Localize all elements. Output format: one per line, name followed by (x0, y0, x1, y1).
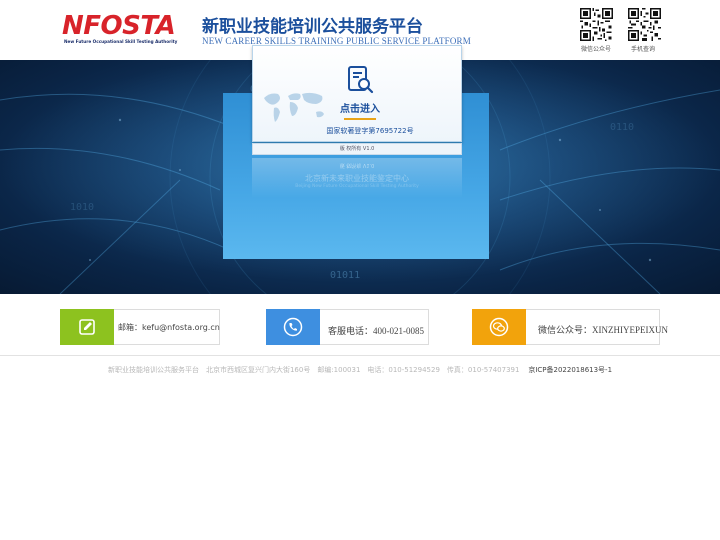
phone-text: 客服电话：400-021-0085 (328, 326, 424, 336)
svg-text:0110: 0110 (610, 122, 634, 133)
svg-text:1010: 1010 (70, 202, 94, 213)
footer-info: 新职业技能培训公共服务平台 北京市西城区复兴门内大街160号 邮编:100031… (107, 366, 520, 374)
phone-icon-box (266, 309, 320, 345)
reflection-strip: 版 权所有 V1.0 (339, 162, 375, 168)
document-search-icon (348, 66, 374, 94)
svg-text:01011: 01011 (330, 270, 360, 281)
wechat-qr-label: 微信公众号 (581, 46, 612, 53)
icp-link[interactable]: 京ICP备2022018613号-1 (528, 366, 612, 374)
reflection-subtitle: Beijing New Future Occupational Skill Te… (295, 184, 419, 189)
wechat-text: 微信公众号：XINZHIYEPEIXUN (538, 325, 668, 335)
logo-text: NFOSTA (62, 11, 176, 41)
email-icon-box (60, 309, 114, 345)
reflection-title: 北京新未来职业技能鉴定中心 (305, 174, 409, 183)
footer-divider (0, 355, 720, 356)
card-footer-strip: 版 权所有 V1.0 (252, 143, 462, 155)
edit-icon (79, 319, 95, 335)
wechat-icon (489, 317, 509, 337)
mobile-qr-code-icon (628, 8, 661, 41)
enter-underline (344, 118, 376, 120)
logo-tagline: New Future Occupational Skill Testing Au… (64, 39, 178, 44)
enter-button[interactable]: 点击进入 (320, 100, 400, 115)
wechat-qr-code-icon (580, 8, 613, 41)
wechat-icon-box (472, 309, 526, 345)
software-registration: 国家软著登字第7695722号 (326, 127, 414, 135)
site-footer: 新职业技能培训公共服务平台 北京市西城区复兴门内大街160号 邮编:100031… (0, 365, 720, 375)
site-logo[interactable]: NFOSTA New Future Occupational Skill Tes… (62, 11, 190, 46)
email-text[interactable]: 邮箱：kefu@nfosta.org.cn (118, 322, 220, 333)
phone-icon (283, 317, 303, 337)
site-title: 新职业技能培训公共服务平台 (202, 17, 423, 37)
mobile-qr-label: 手机查询 (631, 46, 656, 53)
